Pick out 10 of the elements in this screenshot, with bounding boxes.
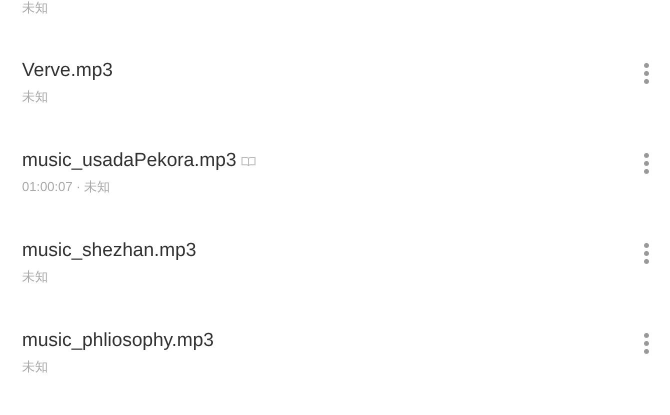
song-title[interactable]: music_phliosophy.mp3: [22, 329, 214, 353]
song-subtitle: 01:00:07 · 未知: [22, 178, 112, 196]
song-subtitle: 未知: [22, 0, 49, 16]
song-title[interactable]: music_usadaPekora.mp3: [22, 149, 236, 173]
song-subtitle: 未知: [22, 358, 49, 376]
song-title[interactable]: Verve.mp3: [22, 59, 113, 83]
song-title[interactable]: music_shezhan.mp3: [22, 239, 196, 263]
song-subtitle: 未知: [22, 268, 49, 286]
song-subtitle: 未知: [22, 88, 49, 106]
book-icon: [241, 156, 256, 166]
